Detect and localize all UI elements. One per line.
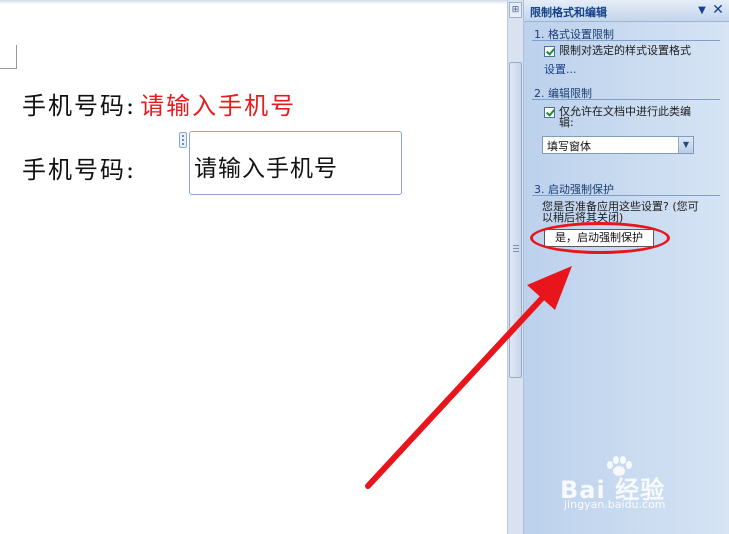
- watermark-url: jingyan.baidu.com: [564, 498, 666, 511]
- baidu-watermark: Bai 经验 jingyan.baidu.com: [560, 456, 720, 516]
- red-arrow-annotation: [365, 266, 572, 489]
- arrow-shaft: [365, 292, 548, 489]
